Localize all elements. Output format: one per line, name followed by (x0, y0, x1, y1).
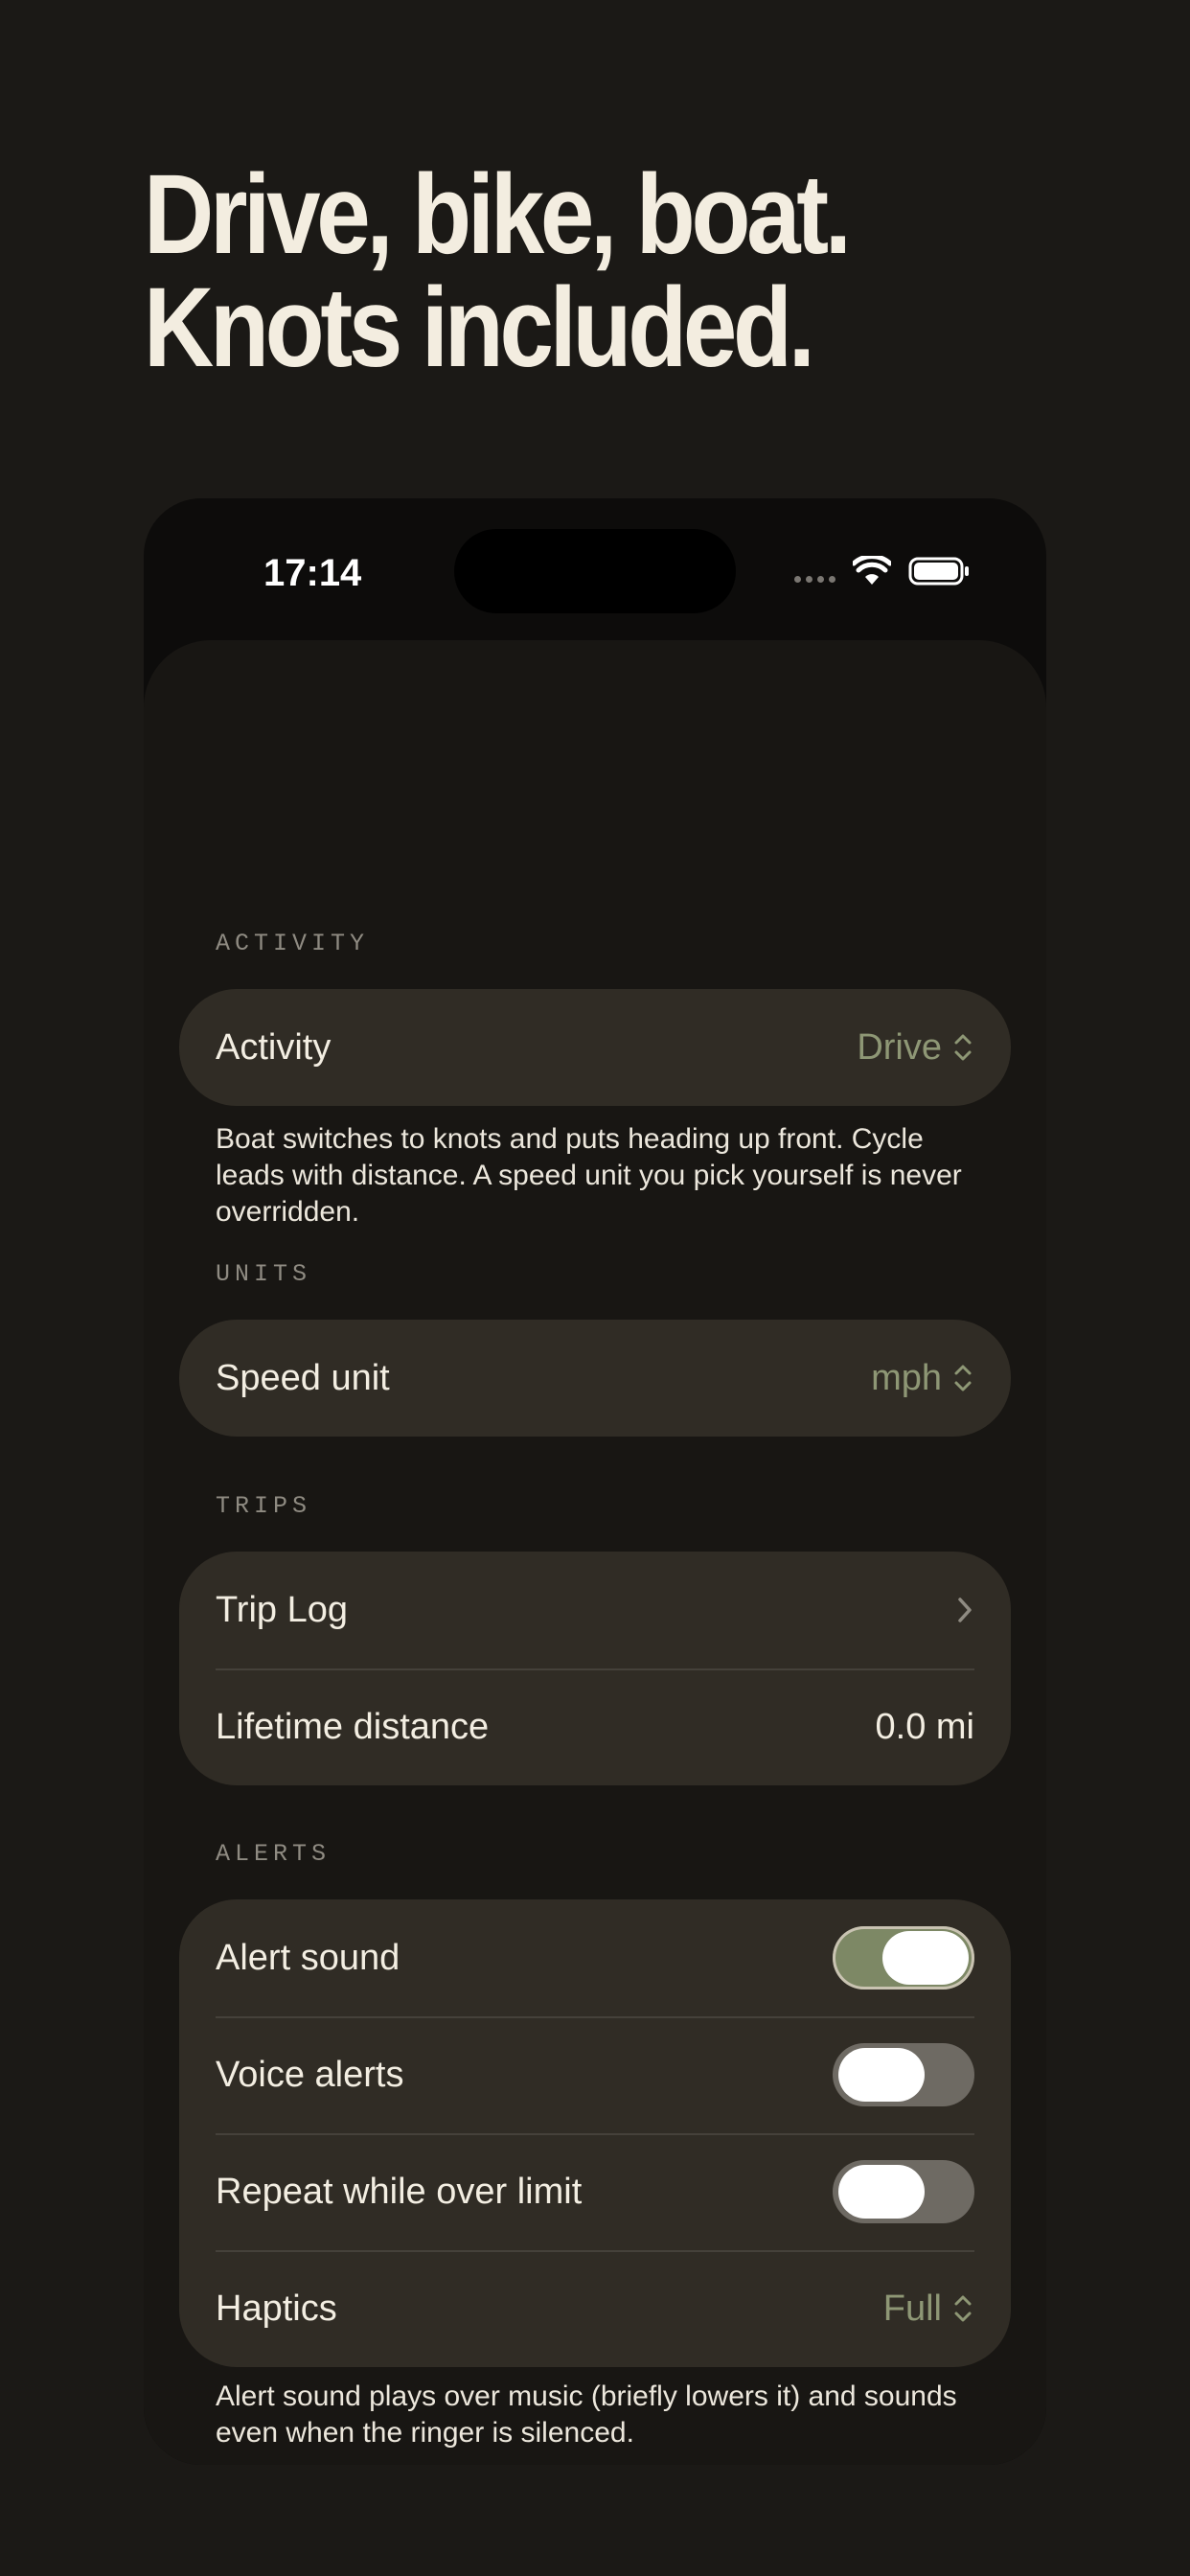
headline-line-1: Drive, bike, boat. (144, 151, 852, 278)
haptics-label: Haptics (216, 2288, 337, 2329)
chevron-right-icon (958, 1598, 972, 1622)
section-label-alerts: ALERTS (216, 1840, 332, 1868)
settings-sheet: ACTIVITY Activity Drive Boat switches to… (144, 640, 1046, 2465)
headline-line-2: Knots included. (144, 264, 815, 391)
voice-alerts-row: Voice alerts (179, 2016, 1011, 2133)
lifetime-distance-value: 0.0 mi (875, 1706, 974, 1747)
haptics-value[interactable]: Full (883, 2288, 974, 2330)
repeat-over-limit-label: Repeat while over limit (216, 2171, 583, 2212)
toggle-knob (838, 2048, 925, 2102)
alert-sound-toggle[interactable] (833, 1926, 974, 1990)
repeat-over-limit-row: Repeat while over limit (179, 2133, 1011, 2250)
section-label-trips: TRIPS (216, 1492, 312, 1520)
phone-screen: 17:14 ACTIVITY Activity Drive Boat switc… (144, 498, 1046, 2465)
trip-log-row[interactable]: Trip Log (179, 1552, 1011, 1668)
speed-unit-label: Speed unit (216, 1357, 390, 1398)
wifi-icon (853, 556, 891, 585)
marketing-headline: Drive, bike, boat. Knots included. (144, 151, 852, 391)
activity-label: Activity (216, 1026, 332, 1068)
trip-log-label: Trip Log (216, 1589, 348, 1630)
alerts-card: Alert sound Voice alerts Repeat while ov… (179, 1899, 1011, 2367)
toggle-knob (838, 2165, 925, 2219)
status-time: 17:14 (263, 552, 362, 594)
activity-footnote: Boat switches to knots and puts heading … (216, 1123, 962, 1228)
chevron-updown-icon (954, 1034, 972, 1061)
alert-sound-label: Alert sound (216, 1937, 400, 1978)
voice-alerts-label: Voice alerts (216, 2054, 404, 2095)
dynamic-island (454, 529, 736, 613)
alerts-footnote: Alert sound plays over music (briefly lo… (216, 2380, 957, 2449)
status-icons (794, 554, 970, 588)
repeat-over-limit-toggle[interactable] (833, 2160, 974, 2223)
section-label-units: UNITS (216, 1260, 312, 1288)
speed-unit-value[interactable]: mph (871, 1358, 974, 1399)
chevron-updown-icon (954, 2295, 972, 2322)
activity-value-text: Drive (857, 1026, 942, 1068)
haptics-picker-row[interactable]: Haptics Full (179, 2250, 1011, 2367)
activity-picker-row[interactable]: Activity Drive (179, 989, 1011, 1106)
activity-card: Activity Drive (179, 989, 1011, 1106)
chevron-updown-icon (954, 1365, 972, 1392)
units-card: Speed unit mph (179, 1320, 1011, 1437)
speed-unit-picker-row[interactable]: Speed unit mph (179, 1320, 1011, 1437)
haptics-value-text: Full (882, 2288, 942, 2329)
section-label-activity: ACTIVITY (216, 930, 370, 957)
voice-alerts-toggle[interactable] (833, 2043, 974, 2106)
alert-sound-row: Alert sound (179, 1899, 1011, 2016)
trips-card: Trip Log Lifetime distance 0.0 mi (179, 1552, 1011, 1785)
lifetime-distance-row: Lifetime distance 0.0 mi (179, 1668, 1011, 1785)
lifetime-distance-label: Lifetime distance (216, 1706, 490, 1747)
speed-unit-value-text: mph (871, 1357, 942, 1398)
signal-dots-icon (794, 554, 835, 588)
activity-value[interactable]: Drive (857, 1027, 974, 1069)
toggle-knob (882, 1931, 969, 1985)
battery-icon (908, 557, 969, 586)
